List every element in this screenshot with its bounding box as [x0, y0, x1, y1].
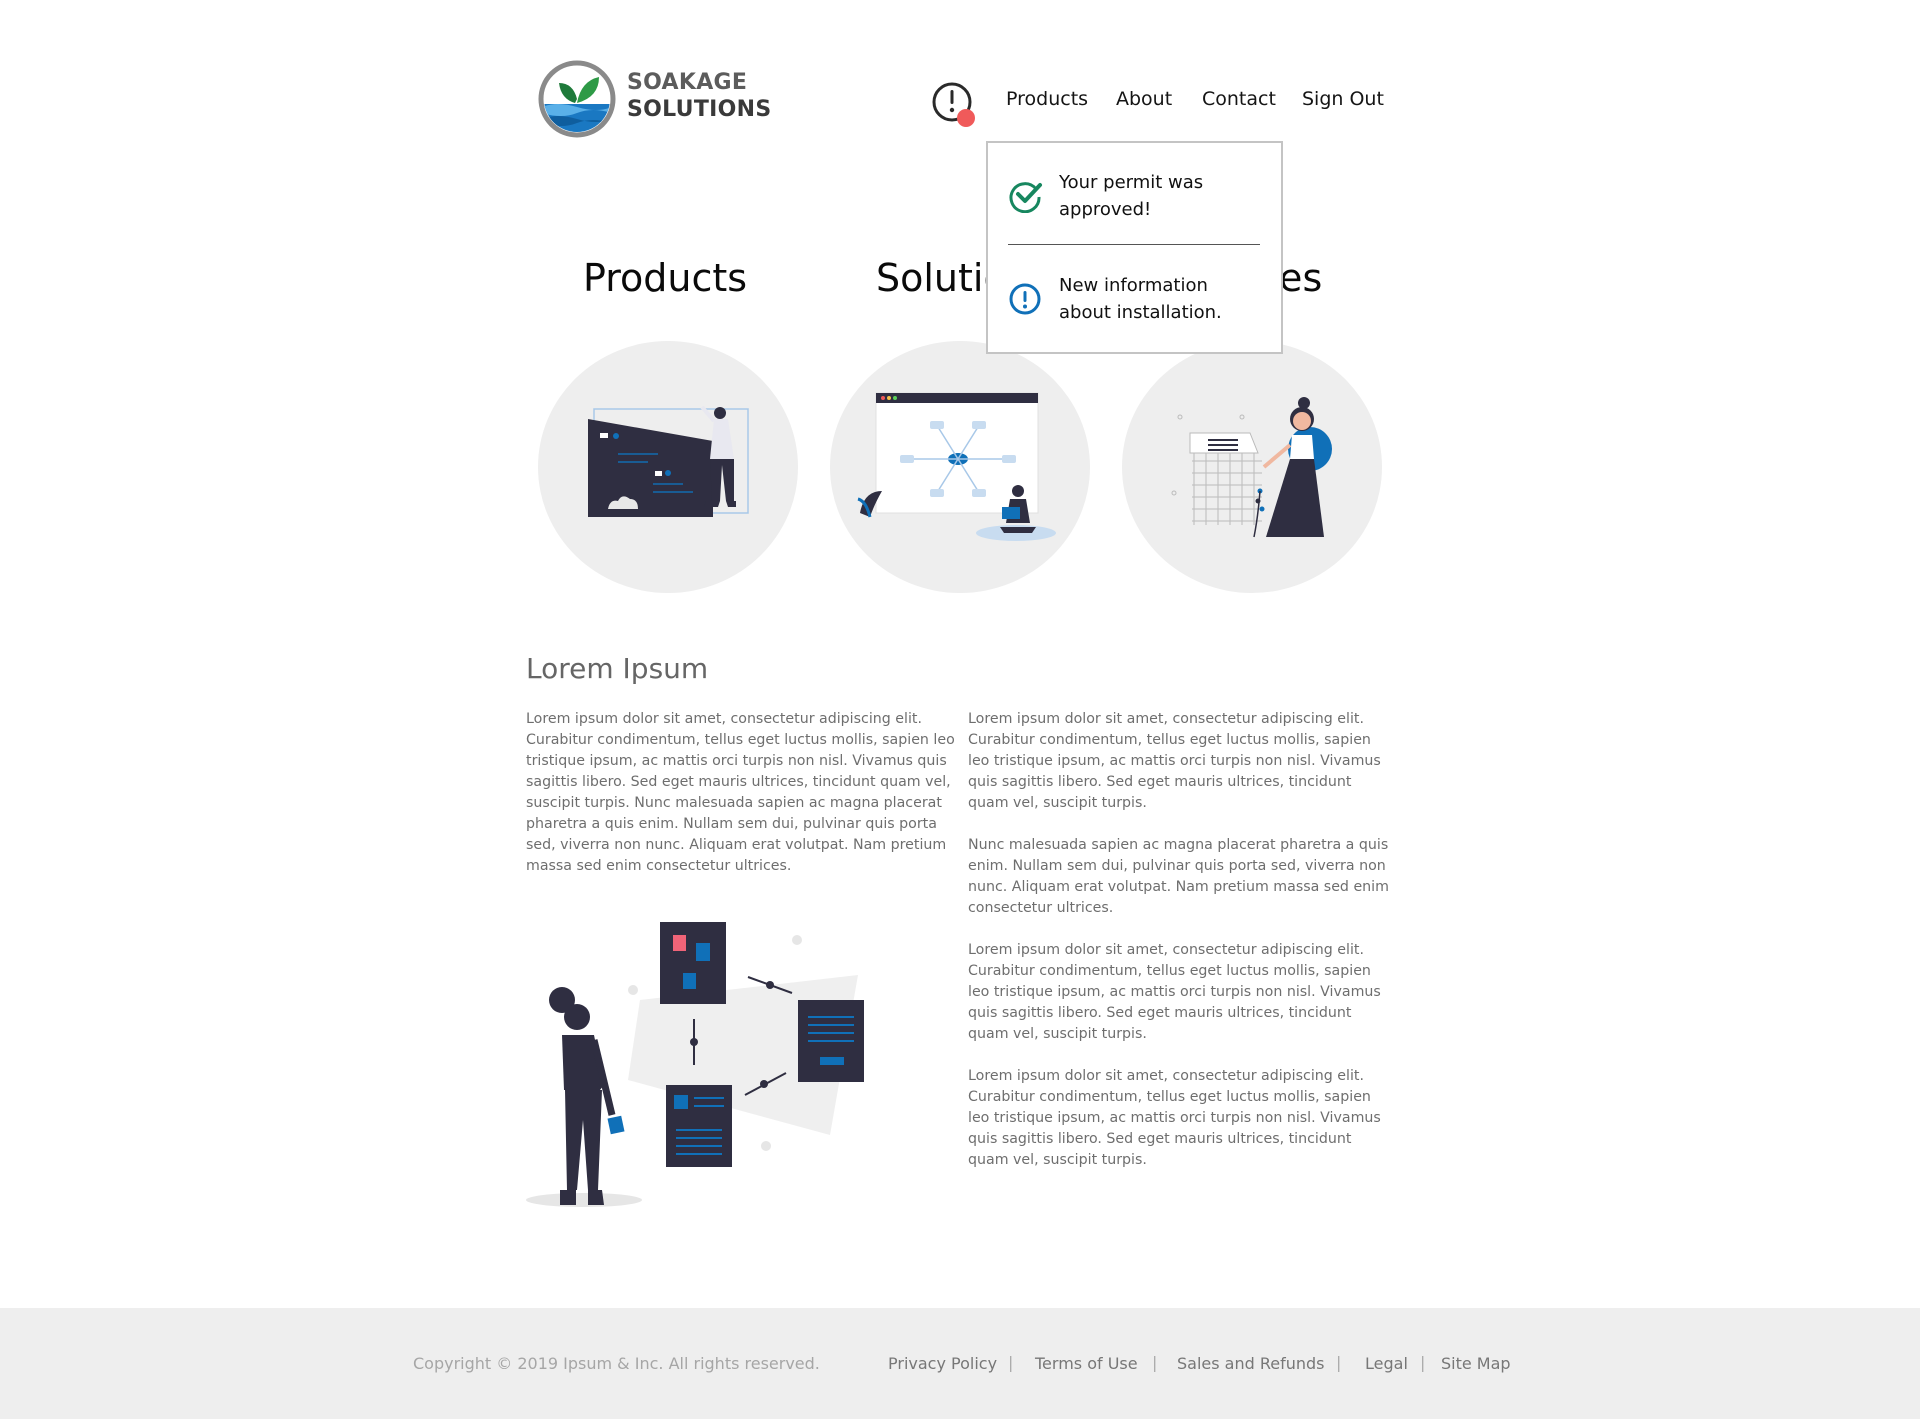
logo[interactable]: SOAKAGE SOLUTIONS [537, 59, 777, 139]
logo-text: SOAKAGE SOLUTIONS [627, 69, 772, 123]
right-paragraph-1: Lorem ipsum dolor sit amet, consectetur … [968, 711, 1381, 811]
footer-link-sales-and-refunds[interactable]: Sales and Refunds [1177, 1354, 1325, 1373]
right-paragraph-3: Lorem ipsum dolor sit amet, consectetur … [968, 942, 1381, 1042]
notification-item-permit[interactable]: Your permit was approved! [1008, 169, 1268, 229]
footer-link-site-map[interactable]: Site Map [1441, 1354, 1511, 1373]
logo-line-2: SOLUTIONS [627, 97, 772, 122]
notification-dot [957, 109, 975, 127]
notification-text: New information about installation. [1059, 275, 1222, 323]
footer: Copyright © 2019 Ipsum & Inc. All rights… [0, 1308, 1920, 1419]
nav-sign-out[interactable]: Sign Out [1302, 88, 1384, 110]
logo-emblem [538, 60, 616, 138]
alert-circle-icon [932, 82, 975, 127]
footer-link-privacy-policy[interactable]: Privacy Policy [888, 1354, 997, 1373]
footer-separator: | [1336, 1353, 1342, 1372]
footer-link-terms-of-use[interactable]: Terms of Use [1035, 1354, 1138, 1373]
right-paragraph-4: Lorem ipsum dolor sit amet, consectetur … [968, 1068, 1381, 1168]
section-title-products[interactable]: Products [583, 256, 747, 300]
right-paragraph-2: Nunc malesuada sapien ac magna placerat … [968, 837, 1389, 916]
content-heading: Lorem Ipsum [526, 652, 709, 685]
notification-text: Your permit was approved! [1059, 172, 1204, 220]
footer-separator: | [1008, 1353, 1014, 1372]
notifications-dropdown: Your permit was approved! New informatio… [986, 141, 1283, 354]
footer-separator: | [1152, 1353, 1158, 1372]
nav-products[interactable]: Products [1006, 88, 1088, 110]
solutions-illustration[interactable] [830, 341, 1090, 593]
calendar-illustration [1171, 397, 1332, 538]
board-illustration [520, 915, 870, 1215]
notification-item-installation[interactable]: New information about installation. [1008, 272, 1268, 332]
nav-about[interactable]: About [1116, 88, 1172, 110]
check-circle-icon [1009, 182, 1042, 213]
notifications-button[interactable] [930, 80, 978, 130]
presentation-illustration [588, 405, 749, 517]
logo-line-1: SOAKAGE [627, 70, 748, 95]
left-paragraph: Lorem ipsum dolor sit amet, consectetur … [526, 711, 955, 874]
notification-divider [1008, 244, 1260, 245]
services-illustration[interactable] [1122, 341, 1382, 593]
products-illustration[interactable] [538, 341, 798, 593]
flowchart-illustration [857, 392, 1056, 541]
woman-with-boards-illustration [526, 922, 864, 1207]
footer-separator: | [1420, 1353, 1426, 1372]
info-circle-icon [1009, 283, 1041, 315]
nav-contact[interactable]: Contact [1202, 88, 1276, 110]
copyright-text: Copyright © 2019 Ipsum & Inc. All rights… [413, 1354, 820, 1373]
footer-link-legal[interactable]: Legal [1365, 1354, 1408, 1373]
